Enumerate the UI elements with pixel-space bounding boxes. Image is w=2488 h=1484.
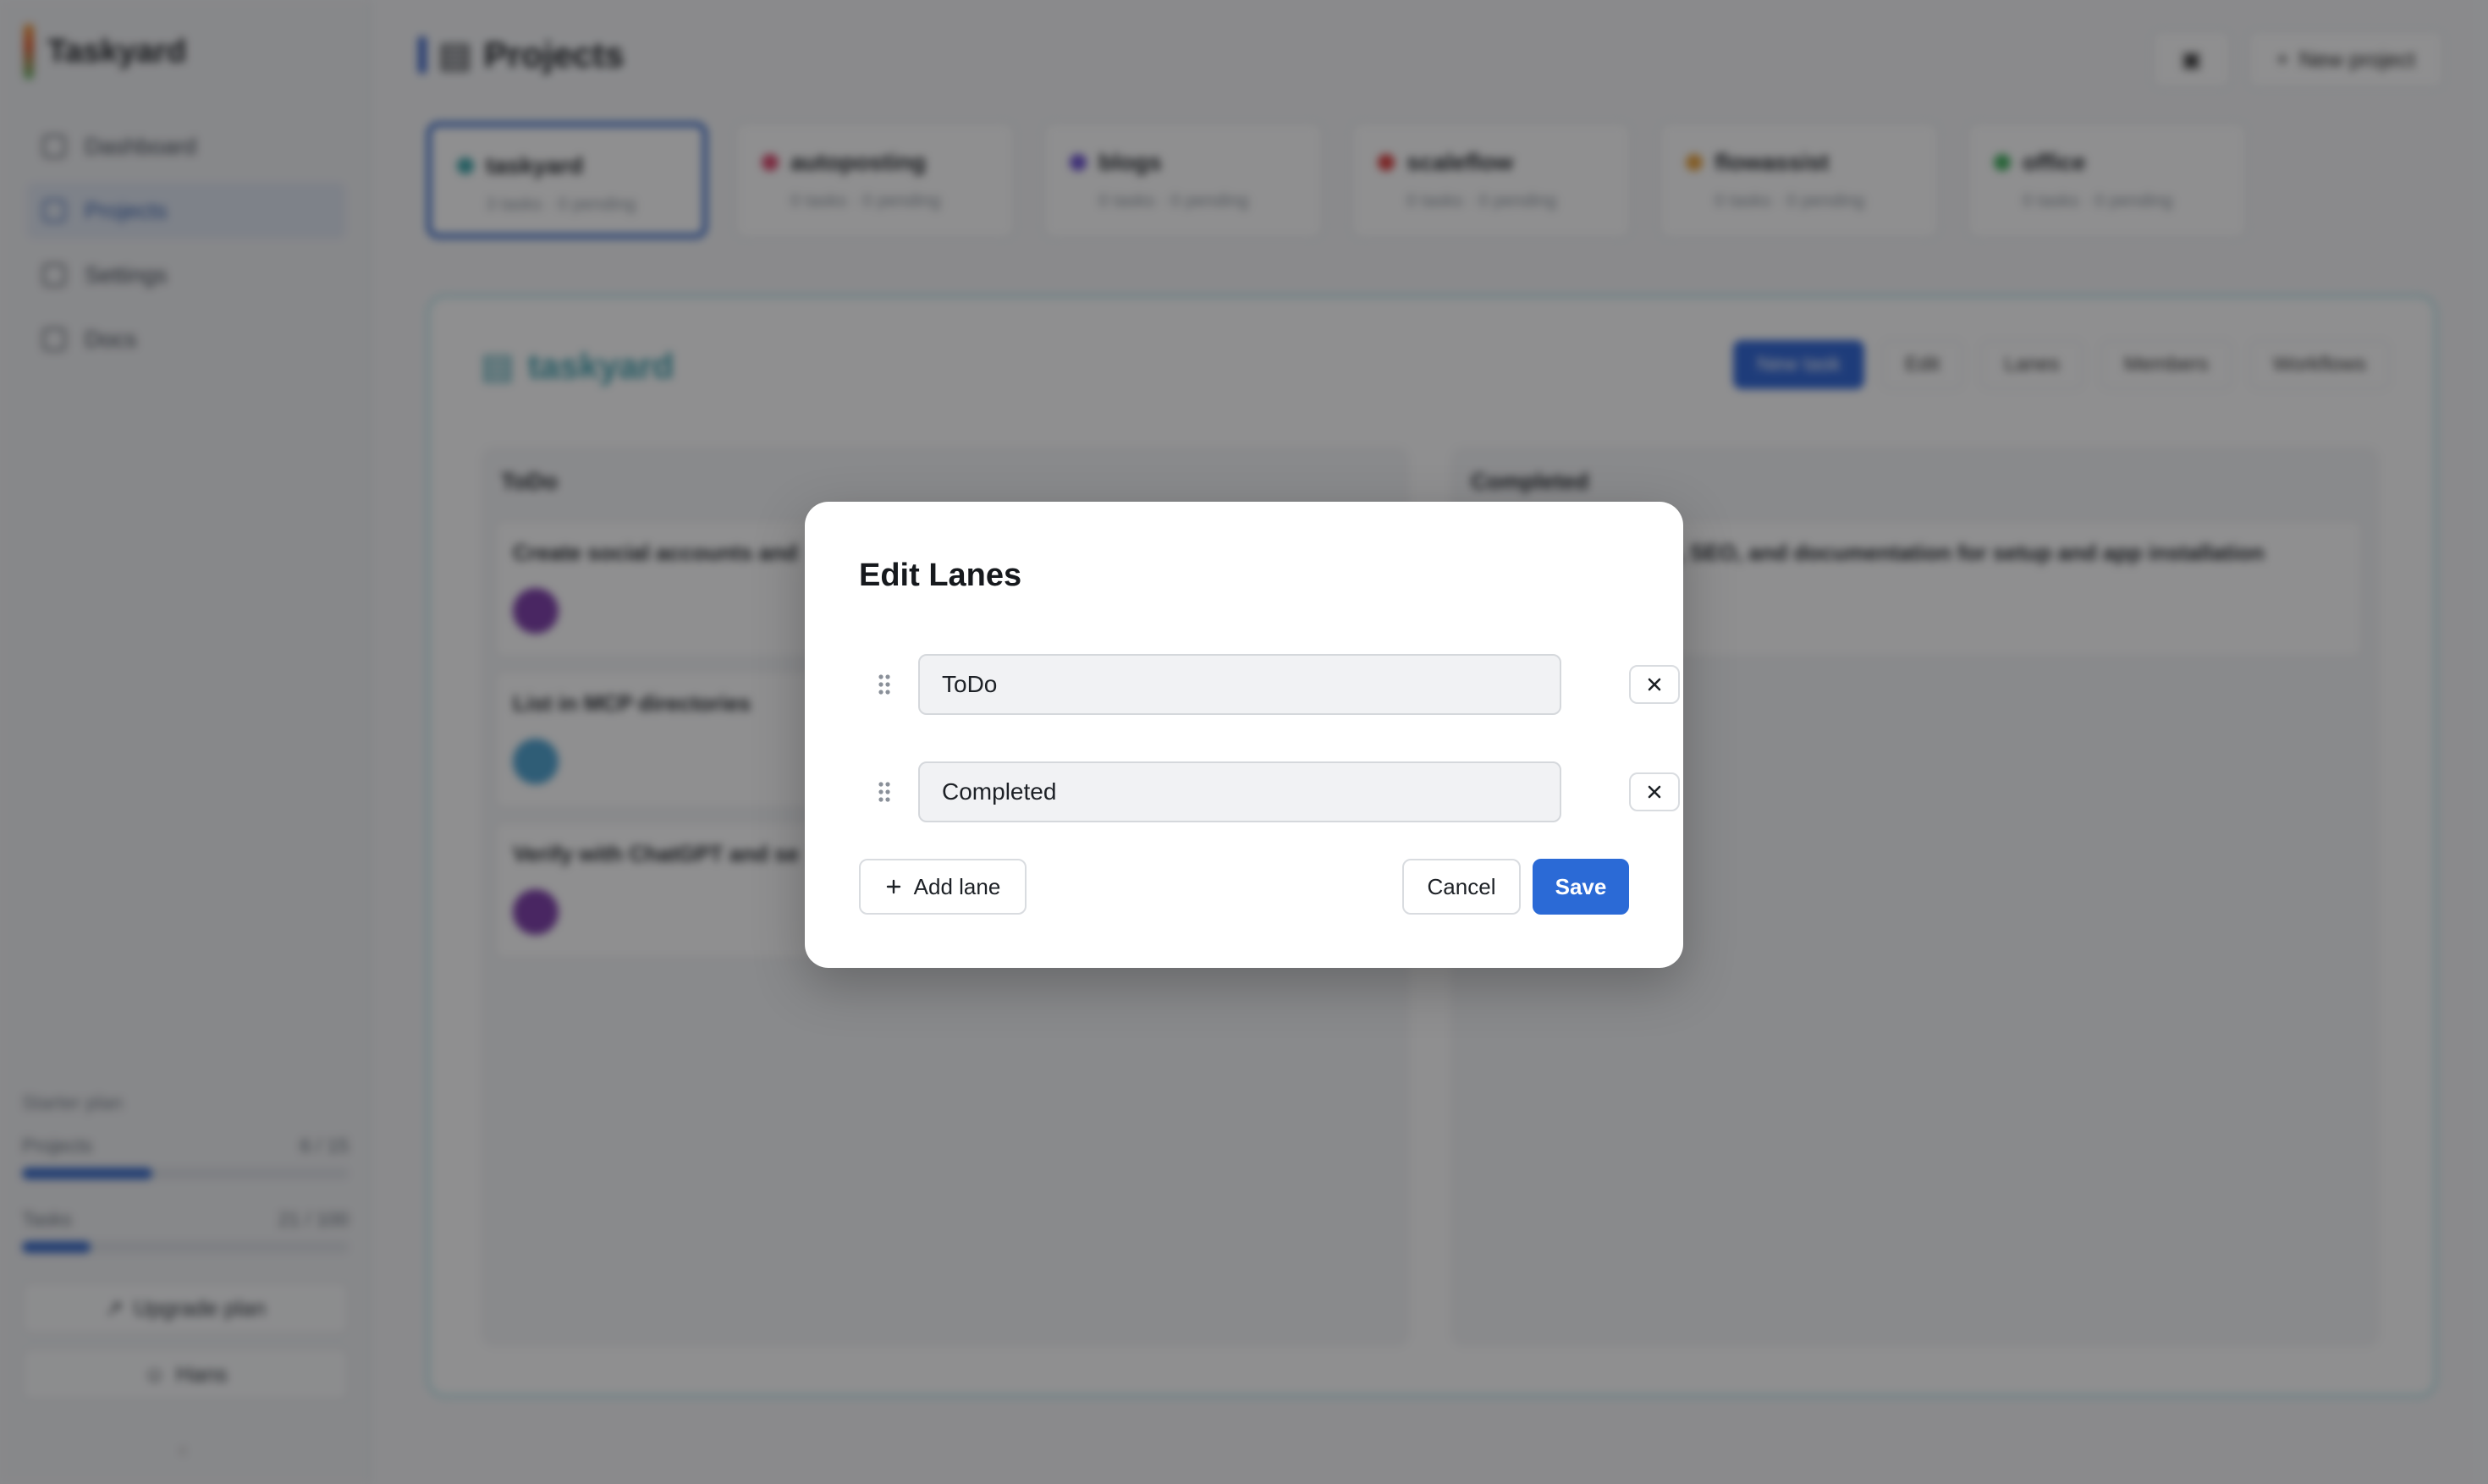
lane-row-completed [871, 761, 1680, 822]
add-lane-label: Add lane [913, 873, 1001, 899]
lane-row-todo [871, 654, 1680, 715]
plus-icon [886, 879, 900, 894]
lane-name-input[interactable] [918, 654, 1561, 715]
close-icon [1648, 785, 1661, 799]
lane-name-input[interactable] [918, 761, 1561, 822]
save-button[interactable]: Save [1533, 859, 1629, 915]
edit-lanes-dialog: Edit Lanes Add lane Cancel Save [805, 502, 1683, 968]
drag-handle-icon[interactable] [871, 668, 898, 701]
cancel-button[interactable]: Cancel [1402, 859, 1521, 915]
dialog-title: Edit Lanes [859, 558, 1022, 593]
remove-lane-button[interactable] [1629, 772, 1680, 811]
drag-handle-icon[interactable] [871, 775, 898, 809]
close-icon [1648, 678, 1661, 691]
remove-lane-button[interactable] [1629, 665, 1680, 704]
add-lane-button[interactable]: Add lane [859, 859, 1027, 915]
